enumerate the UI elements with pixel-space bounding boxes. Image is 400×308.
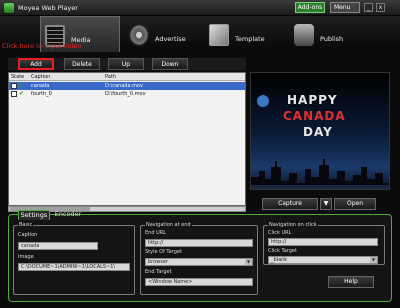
down-button[interactable]: Down (152, 58, 188, 70)
delete-button[interactable]: Delete (64, 58, 100, 70)
list-item[interactable]: ✔ canada D:\canada.mov (9, 82, 245, 90)
row-checkbox[interactable] (11, 83, 17, 89)
tab-publish[interactable]: Publish (290, 16, 370, 52)
tab-encoder[interactable]: Encoder (52, 210, 84, 220)
basic-group: Basic Caption canada Image C:\DOCUME~1\A… (13, 222, 135, 295)
row-caption: fourth_0 (31, 91, 52, 97)
image-label: Image (18, 254, 34, 260)
template-icon (209, 24, 229, 46)
capture-button[interactable]: Capture (262, 198, 318, 210)
end-url-field[interactable]: http:// (145, 239, 253, 247)
tab-template[interactable]: Template (205, 16, 285, 52)
end-target-field[interactable]: <Window Name> (145, 278, 253, 286)
check-icon: ✔ (19, 82, 25, 89)
app-logo-icon (4, 3, 14, 13)
publish-icon (294, 24, 314, 46)
list-item[interactable]: ✔ fourth_0 D:\fourth_0.mov (9, 90, 245, 98)
basic-group-title: Basic (18, 222, 34, 228)
maple-logo-icon (257, 95, 269, 107)
addons-button[interactable]: Add-ons (295, 2, 325, 13)
minimize-button[interactable]: _ (364, 3, 373, 12)
chevron-down-icon[interactable]: ▼ (370, 257, 377, 263)
settings-panel: Basic Caption canada Image C:\DOCUME~1\A… (8, 214, 392, 302)
style-of-target-value: browser (148, 259, 169, 265)
tab-publish-label: Publish (320, 35, 344, 43)
column-header-state[interactable]: State (11, 74, 24, 80)
film-reel-icon (129, 24, 149, 46)
click-target-label: Click Target (268, 248, 297, 254)
open-button[interactable]: Open (334, 198, 376, 210)
add-button[interactable]: Add (18, 58, 54, 70)
city-skyline-graphic (251, 159, 389, 189)
click-target-select[interactable]: _blank ▼ (268, 256, 378, 264)
menu-button[interactable]: Menu (330, 2, 360, 13)
column-header-caption[interactable]: Caption (31, 74, 50, 80)
input-video-hint: Click here to input video (2, 42, 82, 50)
click-target-value: _blank (271, 257, 288, 263)
column-header-path[interactable]: Path (105, 74, 116, 80)
list-header: State Caption Path (9, 73, 245, 81)
end-target-label: End Target (145, 269, 172, 275)
caption-label: Caption (18, 232, 38, 238)
video-list[interactable]: State Caption Path ✔ canada D:\canada.mo… (8, 72, 246, 206)
check-icon: ✔ (19, 90, 25, 97)
row-checkbox[interactable] (11, 91, 17, 97)
tab-template-label: Template (235, 35, 265, 43)
caption-field[interactable]: canada (18, 242, 98, 250)
preview-text-happy: HAPPY (287, 93, 338, 107)
preview-text-day: DAY (303, 125, 333, 139)
tab-advertise[interactable]: Advertise (125, 16, 205, 52)
row-path: D:\fourth_0.mov (105, 91, 146, 97)
tab-advertise-label: Advertise (155, 35, 186, 43)
click-url-label: Click URL (268, 230, 292, 236)
row-caption: canada (31, 83, 50, 89)
end-url-label: End URL (145, 230, 167, 236)
image-field[interactable]: C:\DOCUME~1\ADMINI~1\LOCALS~1\ (18, 263, 130, 271)
navigation-end-group: Navigation at end End URL http:// Style … (140, 222, 258, 295)
help-button[interactable]: Help (328, 276, 374, 288)
preview-text-canada: CANADA (283, 109, 346, 123)
app-title: Moyea Web Player (18, 4, 78, 12)
video-preview: HAPPY CANADA DAY (250, 72, 390, 190)
chevron-down-icon[interactable]: ▼ (245, 259, 252, 265)
navigation-click-group: Navigation on click Click URL http:// Cl… (263, 222, 385, 265)
row-path: D:\canada.mov (105, 83, 143, 89)
style-of-target-select[interactable]: browser ▼ (145, 258, 253, 266)
up-button[interactable]: Up (108, 58, 144, 70)
navigation-end-title: Navigation at end (145, 222, 192, 228)
close-button[interactable]: x (376, 3, 385, 12)
style-of-target-label: Style Of Target (145, 249, 182, 255)
click-url-field[interactable]: http:// (268, 238, 378, 246)
capture-dropdown-arrow[interactable]: ▼ (320, 198, 332, 210)
tab-settings[interactable]: Settings (18, 210, 50, 220)
navigation-click-title: Navigation on click (268, 222, 318, 228)
